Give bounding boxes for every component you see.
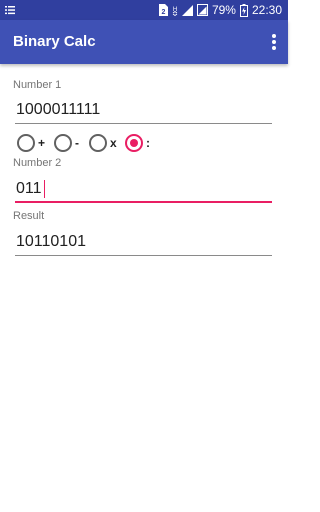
number2-underline xyxy=(15,201,272,203)
app-bar: Binary Calc xyxy=(0,20,288,64)
radio-multiply-circle xyxy=(89,134,107,152)
radio-multiply-label: x xyxy=(110,136,117,150)
number2-input[interactable]: 011 xyxy=(16,180,42,198)
result-underline xyxy=(15,255,272,256)
number1-underline xyxy=(15,123,272,124)
radio-divide-selected-dot xyxy=(130,139,138,147)
battery-icon xyxy=(239,3,248,17)
radio-add[interactable] xyxy=(17,134,35,152)
sim-icon: 2 xyxy=(158,4,168,16)
signal-icon xyxy=(181,5,193,16)
number1-label: Number 1 xyxy=(13,79,62,91)
result-label: Result xyxy=(13,210,45,222)
clock: 22:30 xyxy=(251,3,282,17)
radio-divide[interactable] xyxy=(125,134,143,152)
text-cursor xyxy=(44,180,45,198)
more-vertical-icon[interactable] xyxy=(268,32,280,52)
radio-add-circle xyxy=(17,134,35,152)
radio-multiply[interactable] xyxy=(89,134,107,152)
svg-text:2: 2 xyxy=(161,9,165,16)
svg-text:H: H xyxy=(173,7,177,13)
app-screen: 2 H 79% 22:30 Binary Calc Number 1 10000… xyxy=(0,0,288,512)
app-title: Binary Calc xyxy=(13,33,96,50)
radio-add-label: + xyxy=(38,136,46,150)
radio-divide-label: : xyxy=(146,136,150,150)
battery-percent: 79% xyxy=(211,3,236,17)
radio-subtract-label: - xyxy=(75,136,79,150)
number1-input[interactable]: 1000011111 xyxy=(16,101,100,119)
signal-alt-icon xyxy=(196,4,208,16)
notification-list-icon xyxy=(5,6,15,15)
number2-label: Number 2 xyxy=(13,157,62,169)
data-icon: H xyxy=(172,7,178,16)
radio-subtract[interactable] xyxy=(54,134,72,152)
result-field[interactable]: 10110101 xyxy=(16,233,86,251)
status-bar: 2 H 79% 22:30 xyxy=(0,0,288,20)
radio-subtract-circle xyxy=(54,134,72,152)
